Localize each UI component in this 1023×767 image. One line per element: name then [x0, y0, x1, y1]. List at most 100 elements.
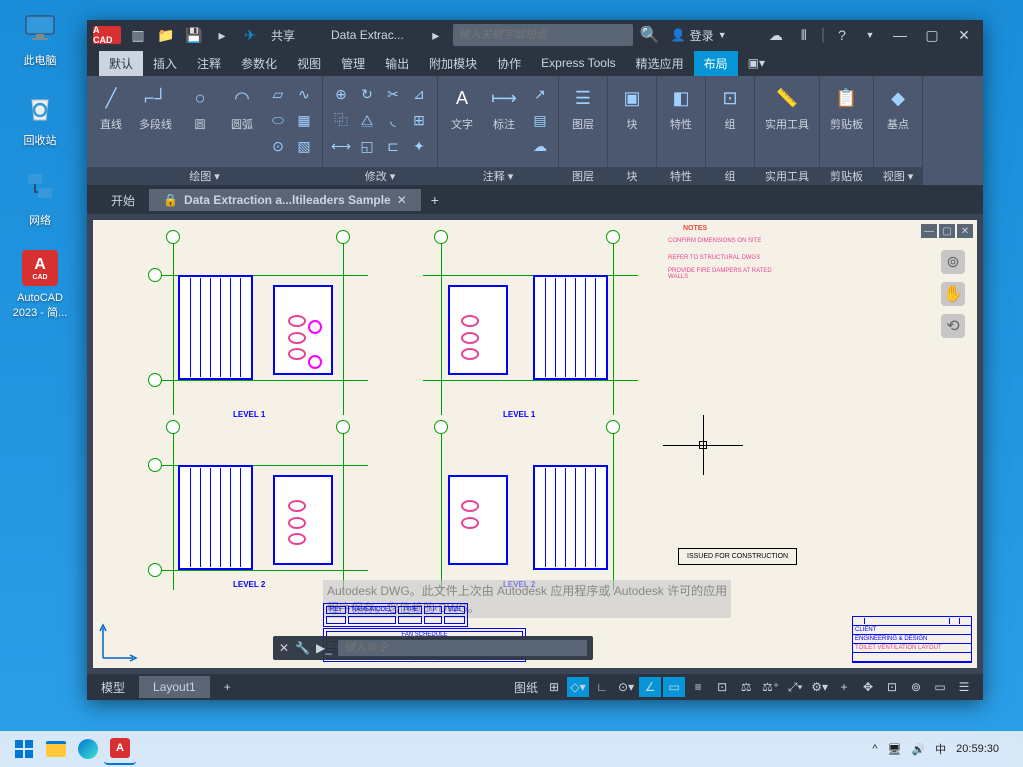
search-icon[interactable]: 🔍 [639, 25, 661, 45]
status-menu-icon[interactable]: ☰ [953, 677, 975, 697]
group-modify-label[interactable]: 修改 ▾ [323, 167, 437, 185]
qat-more-icon[interactable]: ▸ [211, 24, 233, 46]
cmd-close-icon[interactable]: ✕ [279, 641, 289, 655]
group-view-label[interactable]: 视图 ▾ [874, 167, 922, 185]
tool-point[interactable]: ⊙ [266, 134, 290, 158]
maximize-button[interactable]: ▢ [919, 24, 945, 46]
tool-circle[interactable]: ○圆 [180, 80, 220, 136]
tab-parametric[interactable]: 参数化 [231, 51, 287, 76]
close-tab-icon[interactable]: ✕ [397, 193, 407, 207]
desktop-autocad-shortcut[interactable]: ACAD AutoCAD 2023 - 简... [0, 248, 80, 320]
tool-dimension[interactable]: ⟼标注 [484, 80, 524, 136]
tab-model[interactable]: 模型 [87, 675, 139, 700]
share-button[interactable]: 共享 [271, 27, 295, 44]
tool-region[interactable]: ▧ [292, 134, 316, 158]
tool-table[interactable]: ▤ [528, 108, 552, 132]
desktop-network[interactable]: 网络 [0, 168, 80, 228]
new-tab-button[interactable]: + [421, 188, 449, 212]
tool-mirror[interactable]: ⧋ [355, 108, 379, 132]
tool-move[interactable]: ⊕ [329, 82, 353, 106]
tool-stretch[interactable]: ⟷ [329, 134, 353, 158]
tool-trim[interactable]: ✂ [381, 82, 405, 106]
tray-ime[interactable]: 中 [935, 741, 946, 757]
close-button[interactable]: ✕ [951, 24, 977, 46]
vp-maximize-icon[interactable]: ▢ [939, 224, 955, 238]
save-icon[interactable]: 💾 [183, 24, 205, 46]
tab-view[interactable]: 视图 [287, 51, 331, 76]
tool-basepoint[interactable]: ◆基点 [878, 80, 918, 136]
status-snap-icon[interactable]: ◇▾ [567, 677, 589, 697]
group-layer-label[interactable]: 图层 [559, 167, 607, 185]
tool-properties[interactable]: ◧特性 [661, 80, 701, 136]
share-icon[interactable]: ✈ [239, 24, 261, 46]
taskbar-autocad[interactable]: A [104, 733, 136, 765]
status-gear-icon[interactable]: ⚙▾ [808, 677, 831, 697]
group-group-label[interactable]: 组 [706, 167, 754, 185]
tab-default[interactable]: 默认 [99, 51, 143, 76]
add-layout-button[interactable]: + [210, 676, 245, 698]
tool-layers[interactable]: ☰图层 [563, 80, 603, 136]
tray-network-icon[interactable]: 🖥 [888, 743, 902, 756]
status-clean-icon[interactable]: ▭ [929, 677, 951, 697]
tool-block[interactable]: ▣块 [612, 80, 652, 136]
status-annovis-icon[interactable]: ⚖⁺ [759, 677, 782, 697]
status-annoscale-icon[interactable]: ⚖ [735, 677, 757, 697]
tool-offset[interactable]: ⊏ [381, 134, 405, 158]
tool-explode[interactable]: ✦ [407, 134, 431, 158]
doc-tab-start[interactable]: 开始 [97, 188, 149, 213]
tab-express[interactable]: Express Tools [531, 52, 625, 74]
taskbar-edge[interactable] [72, 733, 104, 765]
status-sel-icon[interactable]: ⊡ [711, 677, 733, 697]
tool-extend[interactable]: ⊿ [407, 82, 431, 106]
tool-leader[interactable]: ↗ [528, 82, 552, 106]
tab-featured[interactable]: 精选应用 [626, 51, 694, 76]
tab-output[interactable]: 输出 [375, 51, 419, 76]
tool-fillet[interactable]: ◟ [381, 108, 405, 132]
tool-cloud[interactable]: ☁ [528, 134, 552, 158]
tray-clock[interactable]: 20:59:30 [956, 743, 999, 755]
tool-arc[interactable]: ◠圆弧 [222, 80, 262, 136]
tray-chevron-icon[interactable]: ^ [872, 743, 877, 755]
group-block-label[interactable]: 块 [608, 167, 656, 185]
tool-line[interactable]: ╱直线 [91, 80, 131, 136]
tool-rect[interactable]: ▱ [266, 82, 290, 106]
status-osnap-icon[interactable]: ∠ [639, 677, 661, 697]
tray-volume-icon[interactable]: 🔊 [911, 743, 925, 756]
status-polar-icon[interactable]: ⊙▾ [615, 677, 637, 697]
layout-viewport[interactable]: — ▢ ✕ ⊚ ✋ ⟲ [93, 220, 977, 668]
tab-addins[interactable]: 附加模块 [419, 51, 487, 76]
status-paper[interactable]: 图纸 [511, 677, 541, 697]
tool-ellipse[interactable]: ⬭ [266, 108, 290, 132]
nav-pan-icon[interactable]: ✋ [941, 282, 965, 306]
taskbar-explorer[interactable] [40, 733, 72, 765]
status-plus-icon[interactable]: + [833, 677, 855, 697]
app-logo[interactable]: A CAD [93, 26, 121, 44]
search-input[interactable] [459, 29, 627, 41]
group-draw-label[interactable]: 绘图 ▾ [87, 167, 322, 185]
tool-copy[interactable]: ⿻ [329, 108, 353, 132]
status-scale-icon[interactable]: ⤢▾ [784, 677, 806, 697]
minimize-button[interactable]: — [887, 24, 913, 46]
status-iso-icon[interactable]: ⊡ [881, 677, 903, 697]
status-ui-icon[interactable]: ✥ [857, 677, 879, 697]
vp-minimize-icon[interactable]: — [921, 224, 937, 238]
tab-layout1[interactable]: Layout1 [139, 676, 210, 698]
cmd-config-icon[interactable]: 🔧 [295, 641, 310, 655]
group-util-label[interactable]: 实用工具 [755, 167, 819, 185]
status-hw-icon[interactable]: ⊚ [905, 677, 927, 697]
tool-utilities[interactable]: 📏实用工具 [759, 80, 815, 136]
group-clip-label[interactable]: 剪贴板 [820, 167, 873, 185]
group-annot-label[interactable]: 注释 ▾ [438, 167, 558, 185]
tab-collab[interactable]: 协作 [487, 51, 531, 76]
desktop-this-pc[interactable]: 此电脑 [0, 8, 80, 68]
start-button[interactable] [8, 733, 40, 765]
status-grid-icon[interactable]: ⊞ [543, 677, 565, 697]
tool-polyline[interactable]: ⌐┘多段线 [133, 80, 178, 136]
command-input[interactable] [338, 640, 587, 656]
vp-close-icon[interactable]: ✕ [957, 224, 973, 238]
tool-rotate[interactable]: ↻ [355, 82, 379, 106]
open-icon[interactable]: 📁 [155, 24, 177, 46]
status-otrack-icon[interactable]: ▭ [663, 677, 685, 697]
tool-clipboard[interactable]: 📋剪贴板 [824, 80, 869, 136]
tool-group[interactable]: ⊡组 [710, 80, 750, 136]
